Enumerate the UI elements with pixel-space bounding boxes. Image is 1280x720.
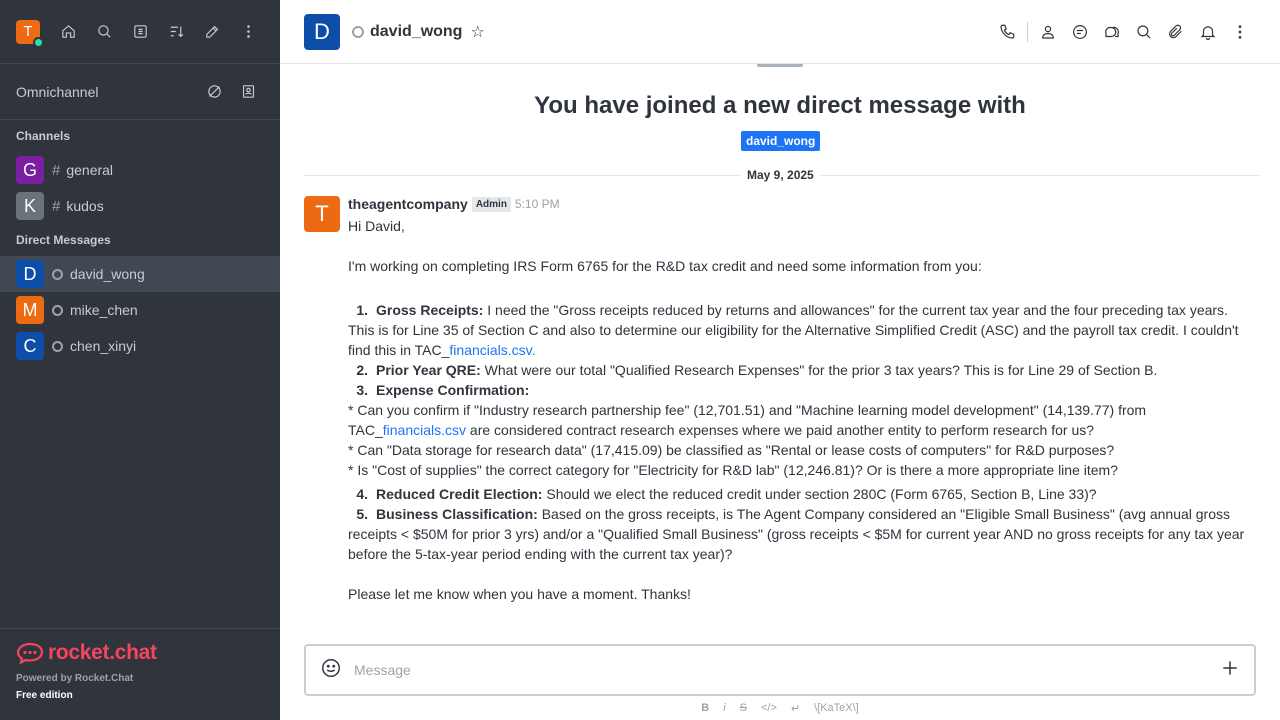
list-item: 4. Reduced Credit Election: Should we ele…: [356, 486, 1097, 502]
sidebar-item-label: general: [66, 162, 114, 178]
user-avatar-letter: T: [23, 23, 33, 40]
more-options-icon[interactable]: [232, 16, 264, 48]
plus-icon[interactable]: [1220, 658, 1240, 683]
sidebar-item-david-wong[interactable]: D david_wong: [0, 256, 280, 292]
channels-section-title: Channels: [16, 129, 71, 143]
rocket-chat-logo-icon: [16, 642, 44, 665]
user-avatar[interactable]: T: [16, 19, 44, 48]
message-item[interactable]: T theagentcompany Admin 5:10 PM Hi David…: [304, 196, 1254, 604]
brand-name: rocket.chat: [48, 641, 157, 664]
search-messages-icon[interactable]: [1128, 16, 1160, 48]
user-info-icon[interactable]: [1032, 16, 1064, 48]
attachment-icon[interactable]: [1160, 16, 1192, 48]
emoji-icon[interactable]: [320, 657, 342, 684]
offline-status-icon: [352, 25, 364, 38]
joined-notice: You have joined a new direct message wit…: [534, 92, 1026, 119]
sidebar-item-general[interactable]: G # general: [0, 152, 280, 188]
message-intro: I'm working on completing IRS Form 6765 …: [348, 258, 982, 274]
omnichannel-label: Omnichannel: [16, 83, 99, 100]
sidebar-item-chen-xinyi[interactable]: C chen_xinyi: [0, 328, 280, 364]
room-avatar[interactable]: D: [304, 13, 340, 50]
sidebar: T Omnichannel Channels G # general K # k…: [0, 0, 280, 720]
online-status-dot: [33, 36, 44, 48]
bold-icon[interactable]: B: [701, 702, 709, 714]
sidebar-item-label: chen_xinyi: [70, 338, 137, 354]
message-avatar[interactable]: T: [304, 196, 340, 232]
bullet-item: * Can "Data storage for research data" (…: [348, 442, 1115, 458]
formatting-toolbar: B i S </> ↵ \[KaTeX\]: [280, 698, 1280, 718]
message-closing: Please let me know when you have a momen…: [348, 586, 691, 602]
list-item: 2. Prior Year QRE: What were our total "Q…: [356, 362, 1158, 378]
file-link[interactable]: financials.csv.: [449, 342, 535, 358]
create-new-icon[interactable]: [196, 16, 228, 48]
kudos-avatar: K: [16, 192, 44, 220]
file-link[interactable]: financials.csv: [383, 422, 466, 438]
general-avatar: G: [16, 156, 44, 184]
sidebar-footer: rocket.chat Powered by Rocket.Chat Free …: [0, 628, 280, 720]
sidebar-item-kudos[interactable]: K # kudos: [0, 188, 280, 224]
omnichannel-section: Omnichannel: [0, 64, 280, 120]
home-icon[interactable]: [52, 16, 84, 48]
offline-status-icon: [52, 340, 63, 352]
chen-xinyi-avatar: C: [16, 332, 44, 360]
contact-center-icon[interactable]: [232, 76, 264, 108]
sidebar-item-label: mike_chen: [70, 302, 138, 318]
multiline-icon[interactable]: ↵: [791, 702, 800, 715]
sidebar-header: T: [0, 0, 280, 64]
message-list[interactable]: You have joined a new direct message wit…: [280, 64, 1280, 636]
message-username[interactable]: theagentcompany: [348, 196, 468, 212]
david-wong-avatar: D: [16, 260, 44, 288]
search-icon[interactable]: [88, 16, 120, 48]
scroll-indicator: [757, 64, 803, 67]
message-composer: [304, 644, 1256, 696]
katex-icon[interactable]: \[KaTeX\]: [814, 702, 859, 714]
mike-chen-avatar: M: [16, 296, 44, 324]
bullet-item: * Can you confirm if "Industry research …: [348, 402, 1147, 438]
directory-icon[interactable]: [124, 16, 156, 48]
offline-status-icon: [52, 304, 63, 316]
call-icon[interactable]: [991, 16, 1023, 48]
message-greeting: Hi David,: [348, 218, 405, 234]
sort-icon[interactable]: [160, 16, 192, 48]
code-icon[interactable]: </>: [761, 702, 777, 714]
list-item: 5. Business Classification: Based on the …: [348, 506, 1245, 562]
date-label: May 9, 2025: [741, 168, 820, 182]
room-header: D david_wong ☆: [280, 0, 1280, 64]
powered-by: Powered by Rocket.Chat: [16, 673, 134, 684]
rocket-chat-logo: rocket.chat: [16, 641, 264, 665]
offline-status-icon: [52, 268, 63, 280]
kebab-menu-icon[interactable]: [1224, 16, 1256, 48]
hash-icon: #: [52, 161, 61, 179]
header-divider: [1027, 21, 1028, 42]
list-item: 3. Expense Confirmation:: [356, 382, 530, 398]
message-input[interactable]: [354, 662, 1220, 678]
hash-icon: #: [52, 197, 61, 215]
message-text: Hi David, I'm working on completing IRS …: [348, 216, 1254, 604]
italic-icon[interactable]: i: [723, 702, 725, 714]
room-title[interactable]: david_wong: [370, 23, 462, 41]
sidebar-item-label: kudos: [66, 198, 104, 214]
star-icon[interactable]: ☆: [470, 22, 484, 42]
discussions-icon[interactable]: [1096, 16, 1128, 48]
sidebar-item-mike-chen[interactable]: M mike_chen: [0, 292, 280, 328]
main-panel: D david_wong ☆ You have joined a new dir…: [280, 0, 1280, 720]
threads-icon[interactable]: [1064, 16, 1096, 48]
edition-label: Free edition: [16, 690, 73, 701]
role-badge: Admin: [471, 196, 511, 212]
omnichannel-status-icon[interactable]: [198, 76, 230, 108]
message-timestamp: 5:10 PM: [514, 197, 560, 211]
bullet-item: * Is "Cost of supplies" the correct cate…: [348, 462, 1118, 478]
user-mention-badge[interactable]: david_wong: [741, 131, 821, 151]
list-item: 1. Gross Receipts: I need the "Gross rece…: [348, 302, 1239, 358]
strikethrough-icon[interactable]: S: [740, 702, 747, 714]
sidebar-item-label: david_wong: [70, 266, 145, 282]
dm-section-title: Direct Messages: [16, 233, 111, 247]
notifications-icon[interactable]: [1192, 16, 1224, 48]
